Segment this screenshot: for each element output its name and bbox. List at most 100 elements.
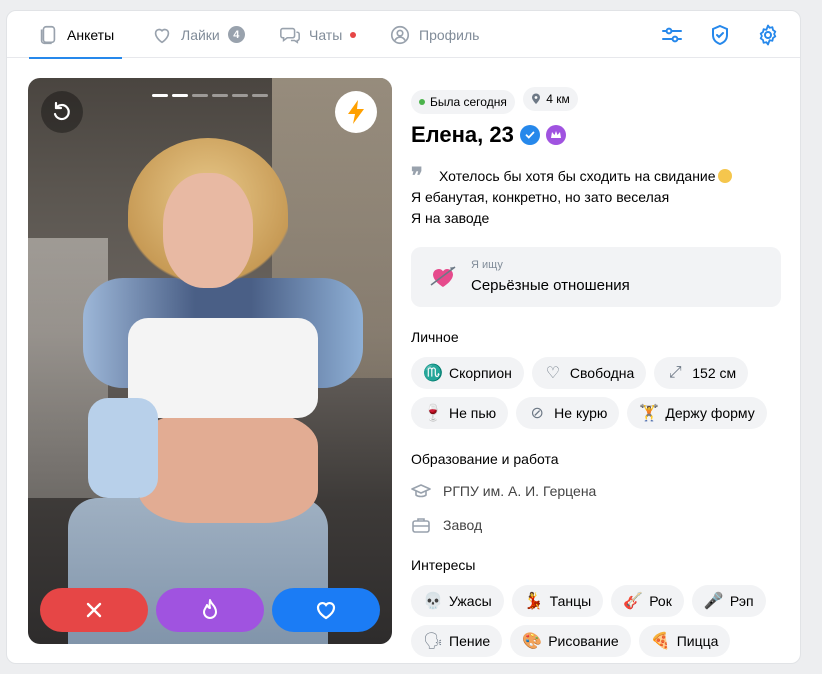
photo-progress-segment [252,94,268,97]
name-row: Елена, 23 [411,122,781,148]
profile-photo[interactable] [28,78,392,644]
status-text: Была сегодня [430,95,507,109]
chip-label: Ужасы [449,593,492,609]
heart-icon [154,28,170,43]
chip-label: Держу форму [665,405,755,421]
unread-dot [350,31,357,38]
photo-progress-segment [212,94,228,97]
photo-progress [152,94,268,97]
like-button[interactable] [272,588,380,632]
photo-figure [163,173,253,288]
chip-label: Не пью [449,405,497,421]
chip-icon: 🍕 [650,633,671,650]
location-pin-icon [532,93,541,104]
photo-figure [138,413,318,523]
filters-icon[interactable] [660,23,684,47]
online-status: Была сегодня [411,90,515,114]
seeking-value: Серьёзные отношения [471,277,630,294]
chip-label: 152 см [692,365,737,381]
chip-label: Пицца [676,633,719,649]
tab-chats[interactable]: Чаты [279,11,357,58]
chip-label: Рок [649,593,672,609]
section-title-interests: Интересы [411,557,476,573]
profile-icon [390,25,410,44]
bio-line: Я ебанутая, конкретно, но зато веселая [411,189,670,205]
bio-line: Хотелось бы хотя бы сходить на свидание [411,166,781,187]
crown-icon [545,125,566,145]
chip-icon: 🗣 [423,633,444,650]
online-dot [419,99,425,105]
seeking-block: Я ищу Серьёзные отношения [411,247,781,307]
distance-pill: 4 км [523,87,578,111]
chip: 🎸 Рок [611,585,684,617]
chip: ⤢ 152 см [654,357,749,389]
chip-label: Свободна [569,365,635,381]
chip-icon: 💃 [523,593,544,610]
chats-icon [280,27,300,44]
tab-label: Лайки [181,26,220,43]
cards-icon [40,25,56,44]
chip-icon: 🍷 [423,405,443,422]
lightning-icon [348,100,364,124]
chip-icon: 💀 [423,593,443,610]
photo-progress-segment [152,94,168,97]
heart-icon [316,602,336,620]
briefcase-icon [412,518,430,533]
tab-profile[interactable]: Профиль [389,11,479,58]
bio-line: Я на заводе [411,210,490,226]
gear-icon[interactable] [756,23,780,47]
fire-icon [203,599,217,619]
chip-icon: ⤢ [668,364,682,381]
distance-text: 4 км [546,92,570,106]
tab-label: Чаты [309,26,343,43]
photo-progress-segment [192,94,208,97]
personal-chips: ♏ Скорпион ♡ Свободна ⤢ 152 см 🍷 Не пью ⊘ Не курю… [411,357,783,429]
dislike-button[interactable] [40,588,148,632]
photo-figure [88,398,158,498]
shield-check-icon[interactable] [708,23,732,47]
tab-label: Профиль [419,26,480,43]
chip-icon: ♏ [423,365,443,382]
interest-chips: 💀 Ужасы 💃 Танцы 🎸 Рок 🎤 Рэп 🗣 Пение 🎨 Рисование 🍕 Пиц… [411,585,783,657]
chip: 💃 Танцы [511,585,604,617]
undo-icon [53,101,70,121]
chip-icon: 🎨 [522,633,543,650]
chip: 🎤 Рэп [691,585,766,617]
chip: 🍕 Пицца [638,625,731,657]
chip-label: Пение [449,633,491,649]
work-row: Завод [411,515,781,535]
tab-label: Анкеты [67,26,115,43]
tab-likes[interactable]: Лайки 4 [151,11,245,58]
university-row: РГПУ им. А. И. Герцена [411,481,781,501]
quote-icon: ❞ [411,163,423,188]
tab-ankety[interactable]: Анкеты [28,11,123,59]
heart-arrow-icon [430,266,456,287]
chip: 🎨 Рисование [510,625,631,657]
university-text: РГПУ им. А. И. Герцена [443,483,597,499]
section-title-education: Образование и работа [411,451,559,467]
chip-label: Не курю [554,405,608,421]
chip-icon: ⊘ [530,405,544,422]
verified-icon [519,125,540,145]
photo-progress-segment [172,94,188,97]
chip: ♡ Свободна [531,357,647,389]
superlike-button[interactable] [156,588,264,632]
photo-progress-segment [232,94,248,97]
chip-label: Танцы [549,593,592,609]
section-title-personal: Личное [411,329,459,345]
likes-count-badge: 4 [227,26,245,43]
undo-button[interactable] [41,91,83,133]
close-icon [86,602,102,618]
chip-label: Рэп [729,593,754,609]
pleading-face-icon [717,169,732,183]
name-age: Елена, 23 [411,122,514,147]
boost-button[interactable] [335,91,377,133]
chip: ♏ Скорпион [411,357,524,389]
chip: 🗣 Пение [411,625,503,657]
photo-figure [128,318,318,418]
chip-icon: 🎸 [623,593,644,610]
profile-card: Анкеты Лайки 4 Чаты Профиль Была сегодня… [6,10,801,664]
top-navigation: Анкеты Лайки 4 Чаты Профиль [7,11,800,59]
chip: ⊘ Не курю [516,397,620,429]
chip-icon: 🎤 [703,593,724,610]
